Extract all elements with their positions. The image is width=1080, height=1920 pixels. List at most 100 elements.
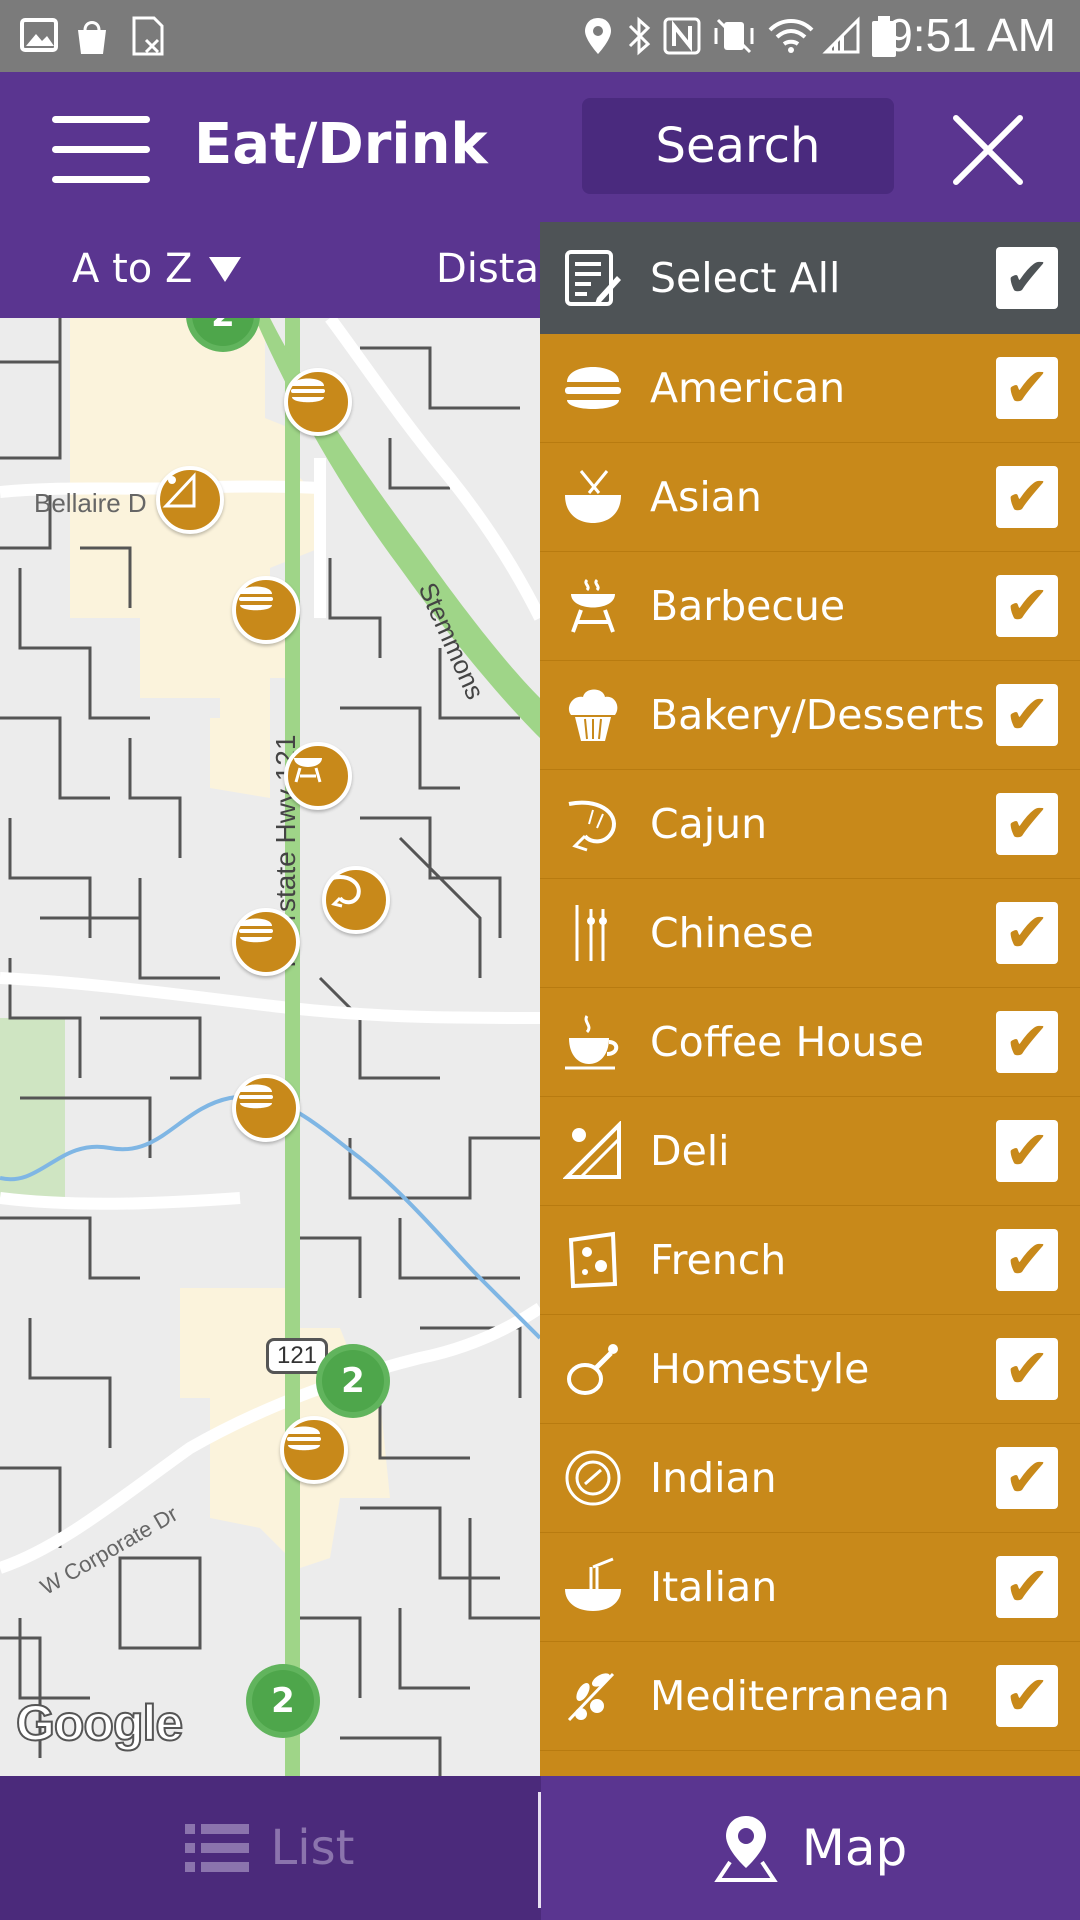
sandwich-icon — [562, 1120, 624, 1182]
category-label: Indian — [650, 1454, 777, 1502]
sort-label: A to Z — [72, 246, 193, 292]
shrimp-icon — [562, 793, 624, 855]
bluetooth-icon — [628, 16, 651, 56]
list-tab-label: List — [270, 1820, 355, 1876]
select-all-checkbox[interactable]: ✔ — [996, 247, 1058, 309]
category-row-homestyle[interactable]: Homestyle ✔ — [540, 1315, 1080, 1424]
category-row-indian[interactable]: Indian ✔ — [540, 1424, 1080, 1533]
category-checkbox[interactable]: ✔ — [996, 1229, 1058, 1291]
category-label: Cajun — [650, 800, 768, 848]
burger-icon — [239, 918, 273, 943]
category-label: American — [650, 364, 846, 412]
list-edit-icon — [562, 247, 624, 309]
select-all-row[interactable]: Select All ✔ — [540, 222, 1080, 334]
category-row-french[interactable]: French ✔ — [540, 1206, 1080, 1315]
grill-icon — [562, 575, 624, 637]
wifi-icon — [768, 19, 814, 53]
sim-icon — [132, 16, 164, 56]
category-label: French — [650, 1236, 787, 1284]
map-pin-american[interactable] — [232, 1074, 300, 1142]
category-label: Asian — [650, 473, 762, 521]
category-label: Chinese — [650, 909, 814, 957]
menu-icon-line — [52, 176, 150, 183]
map-cluster[interactable]: 2 — [246, 1664, 320, 1738]
category-row-asian[interactable]: Asian ✔ — [540, 443, 1080, 552]
map-pin-cajun[interactable] — [322, 866, 390, 934]
google-logo: Google — [15, 1694, 184, 1752]
category-row-deli[interactable]: Deli ✔ — [540, 1097, 1080, 1206]
clock: 9:51 AM — [887, 9, 1056, 61]
category-row-italian[interactable]: Italian ✔ — [540, 1533, 1080, 1642]
shopping-bag-icon — [78, 21, 106, 54]
category-label: Barbecue — [650, 582, 846, 630]
app-bar: Eat/Drink Search — [0, 72, 1080, 222]
grill-icon — [294, 758, 322, 783]
category-checkbox[interactable]: ✔ — [996, 1011, 1058, 1073]
map-pin-barbecue[interactable] — [284, 742, 352, 810]
category-checkbox[interactable]: ✔ — [996, 1338, 1058, 1400]
map-pin-american[interactable] — [284, 368, 352, 436]
category-row-barbecue[interactable]: Barbecue ✔ — [540, 552, 1080, 661]
sandwich-icon — [162, 472, 196, 508]
map-cluster[interactable]: 2 — [316, 1344, 390, 1418]
drumstick-icon — [562, 1338, 624, 1400]
category-checkbox[interactable]: ✔ — [996, 1120, 1058, 1182]
page-title: Eat/Drink — [194, 112, 488, 177]
category-label: Bakery/Desserts — [650, 691, 985, 739]
map-pin-deli[interactable] — [156, 466, 224, 534]
map-pin-icon — [713, 1816, 778, 1882]
map-view[interactable]: Bellaire D Stemmons W Corporate Dr Inter… — [0, 318, 540, 1776]
category-checkbox[interactable]: ✔ — [996, 1665, 1058, 1727]
category-checkbox[interactable]: ✔ — [996, 684, 1058, 746]
category-row-chinese[interactable]: Chinese ✔ — [540, 879, 1080, 988]
bowl-chopsticks-icon — [562, 466, 624, 528]
map-tab-label: Map — [801, 1819, 908, 1877]
burger-icon — [291, 378, 325, 403]
list-tab[interactable]: List — [0, 1776, 539, 1920]
street-label: Bellaire D — [34, 488, 147, 518]
category-checkbox[interactable]: ✔ — [996, 1447, 1058, 1509]
cupcake-icon — [562, 684, 624, 746]
status-bar: 9:51 AM — [0, 0, 1080, 72]
category-row-american[interactable]: American ✔ — [540, 334, 1080, 443]
category-checkbox[interactable]: ✔ — [996, 902, 1058, 964]
category-row-bakery-desserts[interactable]: Bakery/Desserts ✔ — [540, 661, 1080, 770]
distance-sort[interactable]: Distar — [436, 246, 555, 292]
menu-button[interactable] — [52, 116, 152, 183]
category-checkbox[interactable]: ✔ — [996, 357, 1058, 419]
category-checkbox[interactable]: ✔ — [996, 793, 1058, 855]
cheese-icon — [562, 1229, 624, 1291]
category-checkbox[interactable]: ✔ — [996, 466, 1058, 528]
category-row-coffee-house[interactable]: Coffee House ✔ — [540, 988, 1080, 1097]
category-row-mediterranean[interactable]: Mediterranean ✔ — [540, 1642, 1080, 1751]
category-label: Mediterranean — [650, 1672, 950, 1720]
burger-icon — [239, 1084, 273, 1109]
sort-dropdown[interactable]: A to Z — [72, 246, 242, 292]
menu-icon-line — [52, 146, 150, 153]
search-button[interactable]: Search — [582, 98, 894, 194]
select-all-label: Select All — [650, 254, 841, 302]
map-pin-american[interactable] — [232, 908, 300, 976]
location-icon — [585, 18, 611, 54]
triangle-down-icon — [209, 257, 242, 282]
list-icon — [184, 1824, 249, 1872]
bottom-nav: List Map — [0, 1776, 1080, 1920]
category-row-cajun[interactable]: Cajun ✔ — [540, 770, 1080, 879]
category-label: Coffee House — [650, 1018, 924, 1066]
map-pin-american[interactable] — [280, 1416, 348, 1484]
map-pin-american[interactable] — [232, 576, 300, 644]
category-label: Homestyle — [650, 1345, 870, 1393]
coffee-cup-icon — [562, 1011, 624, 1073]
chopsticks-icon — [562, 902, 624, 964]
plate-icon — [562, 1447, 624, 1509]
burger-icon — [239, 586, 273, 611]
burger-icon — [287, 1426, 321, 1451]
shrimp-icon — [331, 875, 361, 908]
map-tab[interactable]: Map — [541, 1776, 1080, 1920]
noodles-icon — [562, 1556, 624, 1618]
category-filter-panel: Select All ✔ American ✔ Asian ✔ Barbecue… — [540, 222, 1080, 1776]
category-checkbox[interactable]: ✔ — [996, 575, 1058, 637]
close-icon[interactable] — [950, 112, 1026, 188]
category-checkbox[interactable]: ✔ — [996, 1556, 1058, 1618]
signal-icon — [822, 16, 860, 54]
